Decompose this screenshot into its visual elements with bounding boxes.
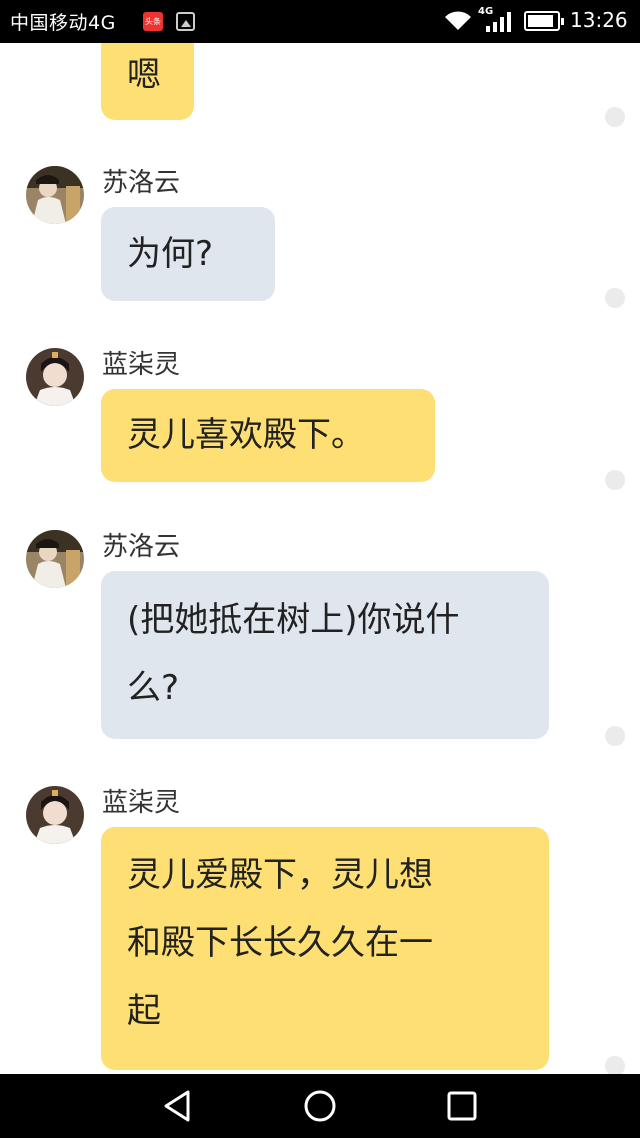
- gallery-notification-icon: [176, 12, 195, 31]
- battery-level: [528, 15, 553, 27]
- avatar-lan-qiling-image: [26, 786, 84, 844]
- sender-name: 蓝柒灵: [102, 350, 181, 380]
- avatar-su-luoyun[interactable]: [26, 530, 84, 588]
- chat-list[interactable]: 嗯 苏洛云 为何? 蓝柒灵 灵儿喜欢殿下。 苏洛云 (把她抵在树上)你说什 么?…: [0, 43, 640, 1074]
- sender-name: 苏洛云: [102, 168, 181, 198]
- message-status-dot: [605, 107, 625, 127]
- message-text-line: 和殿下长长久久在一: [127, 923, 433, 963]
- status-bar: 中国移动4G 头条 4G 13:26: [0, 0, 640, 43]
- avatar-su-luoyun-image: [26, 166, 84, 224]
- battery-icon: [524, 11, 564, 31]
- message-status-dot: [605, 288, 625, 308]
- toutiao-notification-icon: 头条: [143, 12, 163, 31]
- avatar-su-luoyun-image: [26, 530, 84, 588]
- recents-square-icon[interactable]: [444, 1088, 480, 1124]
- message-status-dot: [605, 726, 625, 746]
- message-text-line: 灵儿爱殿下，灵儿想: [127, 855, 433, 895]
- avatar-lan-qiling-image: [26, 348, 84, 406]
- message-status-dot: [605, 470, 625, 490]
- avatar-lan-qiling[interactable]: [26, 348, 84, 406]
- avatar-su-luoyun[interactable]: [26, 166, 84, 224]
- message-text: 灵儿喜欢殿下。: [127, 415, 365, 455]
- message-text-line: 么?: [127, 668, 180, 708]
- message-status-dot: [605, 1056, 625, 1074]
- home-circle-icon[interactable]: [302, 1088, 338, 1124]
- carrier-label: 中国移动4G: [10, 12, 116, 34]
- signal-strength-icon: [486, 12, 511, 32]
- wifi-icon: [445, 11, 471, 30]
- message-bubble[interactable]: (把她抵在树上)你说什 么?: [101, 571, 549, 739]
- message-text-line: 起: [127, 991, 161, 1031]
- avatar-lan-qiling[interactable]: [26, 786, 84, 844]
- message-text: 为何?: [127, 234, 214, 274]
- navigation-bar: [0, 1074, 640, 1138]
- clock: 13:26: [570, 8, 628, 32]
- sender-name: 苏洛云: [102, 532, 181, 562]
- message-bubble[interactable]: 灵儿喜欢殿下。: [101, 389, 435, 482]
- sender-name: 蓝柒灵: [102, 788, 181, 818]
- message-text: 嗯: [127, 55, 161, 95]
- message-bubble[interactable]: 嗯: [101, 43, 194, 120]
- message-text-line: (把她抵在树上)你说什: [127, 600, 460, 640]
- message-bubble[interactable]: 灵儿爱殿下，灵儿想 和殿下长长久久在一 起: [101, 827, 549, 1070]
- back-triangle-icon[interactable]: [160, 1088, 196, 1124]
- message-bubble[interactable]: 为何?: [101, 207, 275, 301]
